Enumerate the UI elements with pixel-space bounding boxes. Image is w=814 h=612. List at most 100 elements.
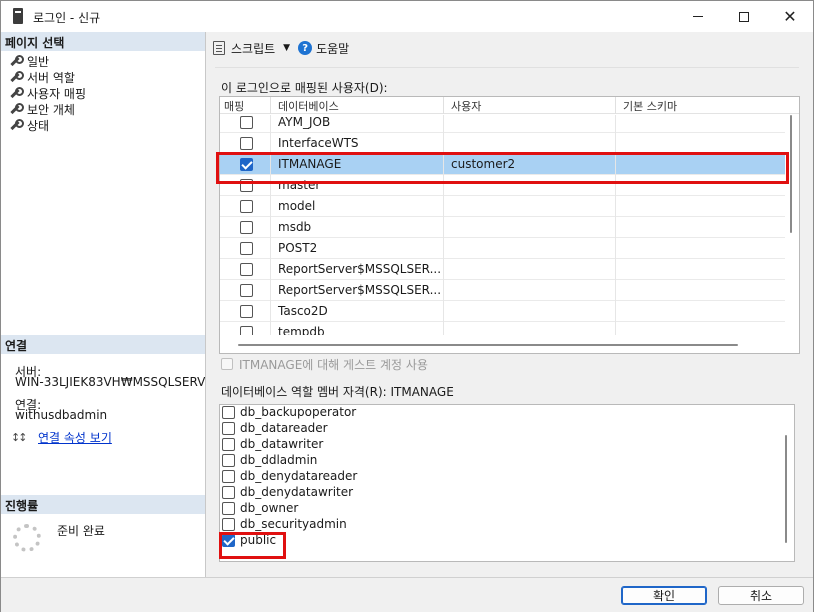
- wrench-icon: [9, 87, 24, 99]
- login-new-dialog: 로그인 - 신규 ✕ 페이지 선택 일반 서버 역할 사용자 매핑 보안 개체 …: [0, 0, 814, 612]
- table-row[interactable]: tempdb: [220, 322, 785, 335]
- map-checkbox[interactable]: [240, 305, 253, 318]
- nav-item-label: 사용자 매핑: [27, 86, 87, 101]
- role-checkbox[interactable]: [222, 437, 235, 451]
- window-title: 로그인 - 신규: [33, 11, 101, 25]
- nav-item-label: 상태: [27, 118, 50, 133]
- toolbar-divider: [215, 67, 799, 68]
- grid-rows: AYM_JOB InterfaceWTS ITMANAGE customer2 …: [220, 115, 785, 335]
- role-checkbox[interactable]: [222, 405, 235, 419]
- map-checkbox[interactable]: [240, 116, 253, 129]
- roles-vertical-scrollbar[interactable]: [785, 435, 787, 543]
- table-row[interactable]: msdb: [220, 217, 785, 238]
- highlight-box-public-role: [219, 532, 286, 559]
- column-header-default-schema[interactable]: 기본 스키마: [623, 98, 677, 114]
- map-checkbox[interactable]: [240, 284, 253, 297]
- role-checkbox[interactable]: [222, 501, 235, 515]
- database-cell: msdb: [278, 220, 312, 234]
- server-icon: [13, 8, 23, 24]
- script-button[interactable]: 스크립트: [231, 40, 275, 57]
- role-name: db_datareader: [240, 421, 328, 435]
- database-cell: Tasco2D: [278, 304, 328, 318]
- grid-vertical-scrollbar[interactable]: [790, 115, 792, 233]
- list-item[interactable]: db_securityadmin: [222, 516, 347, 532]
- map-checkbox[interactable]: [240, 326, 253, 335]
- table-row[interactable]: AYM_JOB: [220, 115, 785, 133]
- minimize-button[interactable]: [675, 1, 721, 32]
- table-row[interactable]: ReportServer$MSSQLSER...: [220, 280, 785, 301]
- chevron-down-icon[interactable]: ▼: [283, 43, 290, 53]
- guest-account-checkbox[interactable]: [221, 358, 233, 370]
- map-checkbox[interactable]: [240, 200, 253, 213]
- column-header-map[interactable]: 매핑: [224, 98, 244, 114]
- nav-item-securables[interactable]: 보안 개체: [9, 101, 75, 117]
- database-cell: POST2: [278, 241, 318, 255]
- title-bar: 로그인 - 신규 ✕: [1, 1, 813, 32]
- map-checkbox[interactable]: [240, 137, 253, 150]
- database-cell: AYM_JOB: [278, 115, 331, 129]
- table-row[interactable]: ReportServer$MSSQLSER...: [220, 259, 785, 280]
- database-cell: ReportServer$MSSQLSER...: [278, 283, 442, 297]
- role-membership-list: db_backupoperator db_datareader db_dataw…: [219, 404, 795, 562]
- role-name: db_securityadmin: [240, 517, 347, 531]
- role-name: db_denydatawriter: [240, 485, 354, 499]
- list-item[interactable]: db_denydatawriter: [222, 484, 353, 500]
- close-button[interactable]: ✕: [767, 1, 813, 32]
- help-button[interactable]: 도움말: [316, 40, 349, 57]
- user-mapping-grid: 매핑 데이터베이스 사용자 기본 스키마 AYM_JOB InterfaceWT…: [219, 96, 800, 354]
- nav-item-server-roles[interactable]: 서버 역할: [9, 69, 75, 85]
- list-item[interactable]: db_owner: [222, 500, 298, 516]
- grid-horizontal-scrollbar[interactable]: [238, 344, 738, 346]
- connection-value: withusdbadmin: [15, 408, 108, 422]
- wrench-icon: [9, 71, 24, 83]
- main-pane: 스크립트 ▼ ? 도움말 이 로그인으로 매핑된 사용자(D): 매핑 데이터베…: [207, 32, 813, 577]
- column-header-user[interactable]: 사용자: [451, 98, 481, 114]
- table-row[interactable]: InterfaceWTS: [220, 133, 785, 154]
- cancel-button[interactable]: 취소: [718, 586, 804, 605]
- role-checkbox[interactable]: [222, 469, 235, 483]
- connection-header: 연결: [1, 335, 205, 354]
- guest-account-label: ITMANAGE에 대해 게스트 계정 사용: [239, 358, 428, 372]
- list-item[interactable]: db_datareader: [222, 420, 328, 436]
- table-row[interactable]: POST2: [220, 238, 785, 259]
- column-header-database[interactable]: 데이터베이스: [278, 98, 339, 114]
- role-name: db_backupoperator: [240, 405, 357, 419]
- wrench-icon: [9, 103, 24, 115]
- list-item[interactable]: db_datawriter: [222, 436, 323, 452]
- map-checkbox[interactable]: [240, 242, 253, 255]
- table-row[interactable]: Tasco2D: [220, 301, 785, 322]
- map-checkbox[interactable]: [240, 263, 253, 276]
- view-connection-properties-link[interactable]: 연결 속성 보기: [38, 429, 112, 446]
- toolbar: 스크립트 ▼ ? 도움말: [213, 38, 349, 58]
- dialog-footer: 확인 취소: [1, 577, 813, 612]
- nav-item-user-mapping[interactable]: 사용자 매핑: [9, 85, 86, 101]
- nav-item-general[interactable]: 일반: [9, 53, 49, 69]
- maximize-button[interactable]: [721, 1, 767, 32]
- database-cell: ReportServer$MSSQLSER...: [278, 262, 442, 276]
- table-row[interactable]: model: [220, 196, 785, 217]
- ok-button[interactable]: 확인: [621, 586, 707, 605]
- database-cell: model: [278, 199, 316, 213]
- maximize-icon: [739, 11, 749, 22]
- role-checkbox[interactable]: [222, 421, 235, 435]
- map-checkbox[interactable]: [240, 221, 253, 234]
- wrench-icon: [9, 119, 24, 131]
- script-icon: [213, 41, 225, 55]
- page-select-header: 페이지 선택: [1, 32, 205, 51]
- database-cell: tempdb: [278, 325, 325, 335]
- role-name: db_ddladmin: [240, 453, 318, 467]
- role-checkbox[interactable]: [222, 517, 235, 531]
- role-membership-label: 데이터베이스 역할 멤버 자격(R): ITMANAGE: [221, 385, 454, 399]
- highlight-box-selected-row: [216, 152, 789, 184]
- role-checkbox[interactable]: [222, 485, 235, 499]
- list-item[interactable]: db_backupoperator: [222, 405, 357, 420]
- progress-status: 준비 완료: [57, 524, 105, 538]
- nav-item-label: 서버 역할: [27, 70, 75, 85]
- connection-properties-icon: ↕↕: [11, 431, 28, 444]
- list-item[interactable]: db_denydatareader: [222, 468, 357, 484]
- wrench-icon: [9, 55, 24, 67]
- help-icon: ?: [298, 41, 313, 55]
- role-checkbox[interactable]: [222, 453, 235, 467]
- list-item[interactable]: db_ddladmin: [222, 452, 317, 468]
- nav-item-status[interactable]: 상태: [9, 117, 49, 133]
